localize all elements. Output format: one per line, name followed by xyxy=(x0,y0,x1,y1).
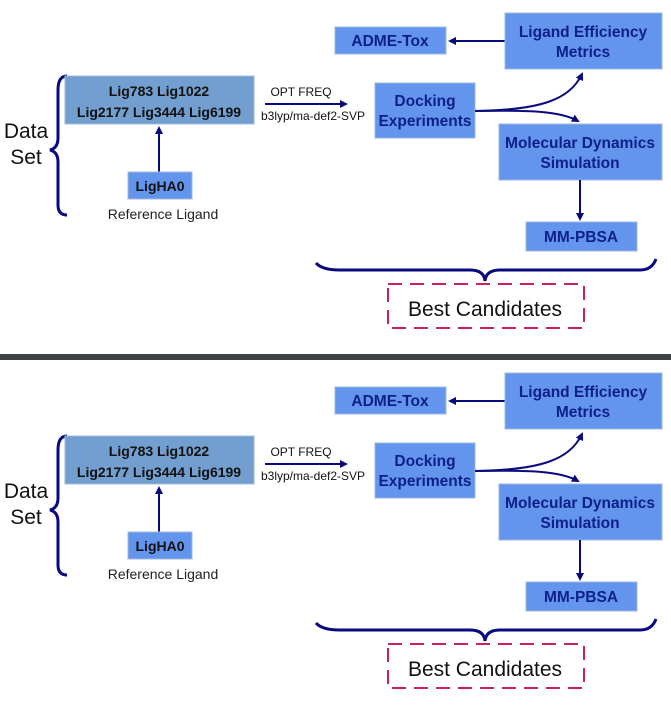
docking-to-md-arrow xyxy=(474,109,580,122)
workflow-diagram: Data Set Lig783 Lig1022 Lig2177 Lig3444 … xyxy=(4,12,663,329)
molecular-dynamics-label: Molecular Dynamics xyxy=(505,495,655,512)
mm-pbsa-label: MM-PBSA xyxy=(544,229,618,246)
docking-label: Docking xyxy=(394,453,455,470)
ligands-line: Lig783 Lig1022 xyxy=(109,83,210,99)
data-set-brace xyxy=(49,74,68,217)
ligands-line: Lig2177 Lig3444 Lig6199 xyxy=(77,104,241,120)
ligands-line: Lig2177 Lig3444 Lig6199 xyxy=(77,464,241,480)
ligand-efficiency-label: Ligand Efficiency xyxy=(519,384,648,401)
reference-ligand-caption: Reference Ligand xyxy=(108,566,219,582)
results-brace xyxy=(314,618,658,642)
ligands-line: Lig783 Lig1022 xyxy=(109,443,210,459)
method-label: b3lyp/ma-def2-SVP xyxy=(261,109,365,123)
docking-label: Experiments xyxy=(378,113,471,130)
data-set-brace xyxy=(49,434,68,577)
ligand-efficiency-label: Metrics xyxy=(556,404,610,421)
docking-to-lem-arrow xyxy=(474,72,584,112)
opt-freq-label: OPT FREQ xyxy=(270,85,331,99)
ligand-efficiency-label: Ligand Efficiency xyxy=(519,24,648,41)
workflow-diagram: Data Set Lig783 Lig1022 Lig2177 Lig3444 … xyxy=(4,372,663,689)
method-label: b3lyp/ma-def2-SVP xyxy=(261,469,365,483)
reference-ligand-caption: Reference Ligand xyxy=(108,206,219,222)
adme-tox-label: ADME-Tox xyxy=(351,33,429,50)
data-set-label: Set xyxy=(10,506,42,529)
docking-label: Experiments xyxy=(378,473,471,490)
diagram-panel-top: Data Set Lig783 Lig1022 Lig2177 Lig3444 … xyxy=(0,0,671,354)
best-candidates-label: Best Candidates xyxy=(408,658,562,681)
adme-tox-label: ADME-Tox xyxy=(351,393,429,410)
diagram-panel-bottom: Data Set Lig783 Lig1022 Lig2177 Lig3444 … xyxy=(0,360,671,714)
docking-to-lem-arrow xyxy=(474,432,584,472)
molecular-dynamics-label: Molecular Dynamics xyxy=(505,135,655,152)
reference-ligand-label: LigHA0 xyxy=(136,178,185,194)
molecular-dynamics-label: Simulation xyxy=(540,515,619,532)
data-set-label: Data xyxy=(4,120,49,143)
docking-to-md-arrow xyxy=(474,469,580,482)
opt-freq-label: OPT FREQ xyxy=(270,445,331,459)
results-brace xyxy=(314,258,658,282)
mm-pbsa-label: MM-PBSA xyxy=(544,589,618,606)
docking-label: Docking xyxy=(394,93,455,110)
molecular-dynamics-label: Simulation xyxy=(540,155,619,172)
data-set-label: Set xyxy=(10,146,42,169)
data-set-label: Data xyxy=(4,480,49,503)
ligand-efficiency-label: Metrics xyxy=(556,44,610,61)
reference-ligand-label: LigHA0 xyxy=(136,538,185,554)
best-candidates-label: Best Candidates xyxy=(408,298,562,321)
